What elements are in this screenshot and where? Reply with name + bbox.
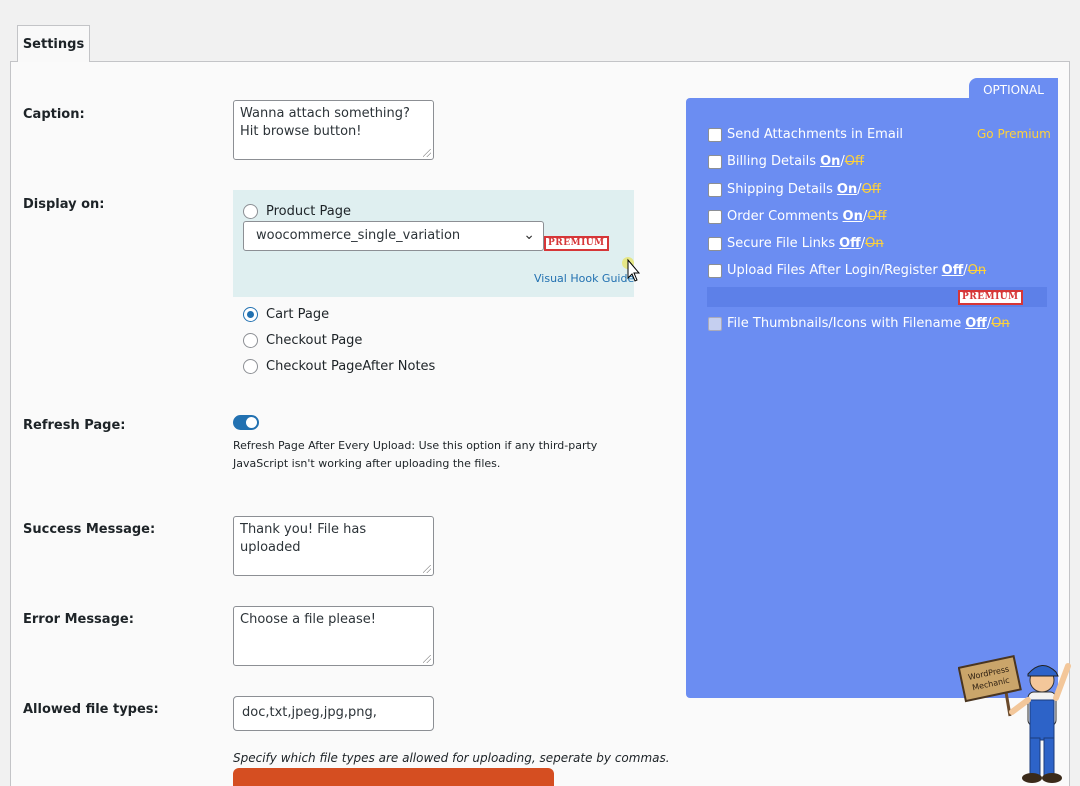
checkout-page-label: Checkout Page (266, 333, 363, 348)
chevron-down-icon: ⌄ (523, 227, 535, 243)
option-file-thumbnails[interactable]: File Thumbnails/Icons with Filename Off /… (708, 316, 1010, 331)
premium-badge: PREMIUM (544, 236, 609, 251)
checkbox[interactable] (708, 154, 722, 169)
visual-hook-guide-link[interactable]: Visual Hook Guide (534, 272, 634, 285)
option-shipping-details[interactable]: Shipping Details On / Off (708, 182, 881, 197)
cart-page-label: Cart Page (266, 307, 330, 322)
checkbox[interactable] (708, 263, 722, 278)
mouse-cursor-icon (622, 257, 641, 282)
refresh-toggle[interactable] (233, 415, 259, 430)
option-label: Billing Details (727, 154, 817, 169)
radio-product-page[interactable] (243, 204, 258, 219)
option-off: Off (844, 154, 864, 169)
resize-grip-icon[interactable] (423, 655, 431, 663)
checkbox[interactable] (708, 236, 722, 251)
display-on-label: Display on: (23, 197, 105, 212)
option-off: Off (861, 182, 881, 197)
error-textarea[interactable]: Choose a file please! (233, 606, 434, 666)
checkout-after-notes-label: Checkout PageAfter Notes (266, 359, 436, 374)
radio-checkout-after-notes[interactable] (243, 359, 258, 374)
premium-badge: PREMIUM (958, 290, 1023, 305)
option-billing-details[interactable]: Billing Details On / Off (708, 154, 864, 169)
option-on: On (820, 154, 841, 169)
option-label: Upload Files After Login/Register (727, 263, 938, 278)
option-off: On (967, 263, 987, 278)
error-text: Choose a file please! (240, 612, 376, 627)
resize-grip-icon[interactable] (423, 149, 431, 157)
option-label: Send Attachments in Email (727, 127, 904, 142)
wordpress-mechanic-mascot: WordPress Mechanic (958, 654, 1071, 783)
checkbox[interactable] (708, 127, 722, 142)
option-label: Secure File Links (727, 236, 836, 251)
radio-cart-page[interactable] (243, 307, 258, 322)
error-label: Error Message: (23, 612, 134, 627)
option-on: Off (941, 263, 964, 278)
caption-label: Caption: (23, 107, 85, 122)
option-off: On (865, 236, 884, 251)
caption-textarea[interactable]: Wanna attach something? Hit browse butto… (233, 100, 434, 160)
radio-checkout-page[interactable] (243, 333, 258, 348)
option-upload-after-login[interactable]: Upload Files After Login/Register Off / On (708, 263, 986, 278)
option-send-attachments[interactable]: Send Attachments in Email (708, 127, 903, 142)
option-on: Off (965, 316, 987, 331)
option-label: File Thumbnails/Icons with Filename (727, 316, 962, 331)
caption-text: Wanna attach something? Hit browse butto… (240, 106, 410, 139)
refresh-description: Refresh Page After Every Upload: Use thi… (233, 439, 598, 470)
option-on: On (836, 182, 858, 197)
option-off: Off (867, 209, 887, 224)
success-textarea[interactable]: Thank you! File has uploaded (233, 516, 434, 576)
success-text: Thank you! File has uploaded (240, 522, 367, 555)
hook-select-value: woocommerce_single_variation (256, 228, 461, 243)
option-on: Off (839, 236, 861, 251)
allowed-label: Allowed file types: (23, 702, 159, 717)
product-page-label: Product Page (266, 204, 351, 219)
hook-select[interactable]: woocommerce_single_variation ⌄ (243, 221, 544, 251)
option-on: On (842, 209, 863, 224)
success-label: Success Message: (23, 522, 156, 537)
tab-settings[interactable]: Settings (17, 25, 90, 62)
option-order-comments[interactable]: Order Comments On / Off (708, 209, 886, 224)
option-label: Shipping Details (727, 182, 833, 197)
option-label: Order Comments (727, 209, 839, 224)
resize-grip-icon[interactable] (423, 565, 431, 573)
checkbox[interactable] (708, 316, 722, 331)
option-off: On (991, 316, 1010, 331)
allowed-types-input[interactable]: doc,txt,jpeg,jpg,png, (233, 696, 434, 731)
go-premium-link[interactable]: Go Premium (977, 127, 1051, 141)
allowed-hint: Specify which file types are allowed for… (233, 751, 670, 765)
refresh-label: Refresh Page: (23, 418, 126, 433)
checkbox[interactable] (708, 182, 722, 197)
option-secure-file-links[interactable]: Secure File Links Off / On (708, 236, 884, 251)
checkbox[interactable] (708, 209, 722, 224)
save-button[interactable] (233, 768, 554, 786)
